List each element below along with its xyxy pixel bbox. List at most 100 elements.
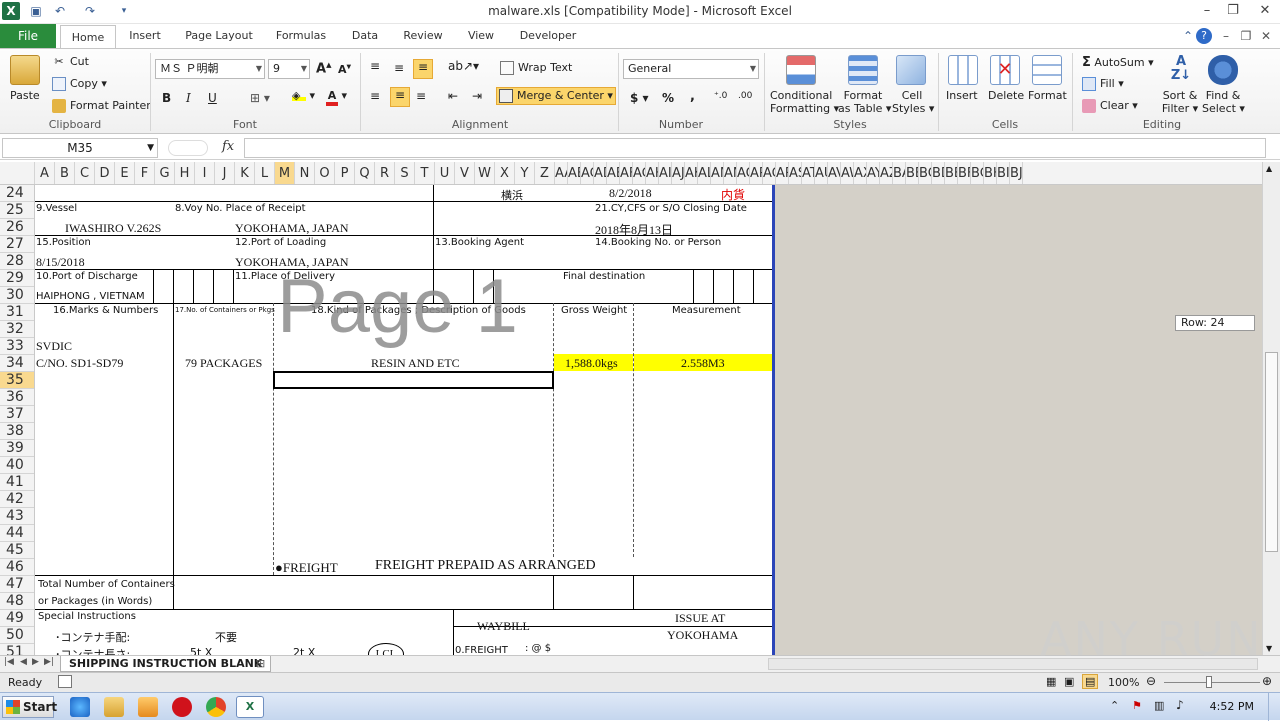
underline-button[interactable]: U bbox=[208, 91, 217, 105]
column-header[interactable]: F bbox=[135, 162, 155, 184]
normal-view-icon[interactable]: ▦ bbox=[1046, 675, 1056, 688]
page-break-view-icon[interactable]: ▤ bbox=[1082, 674, 1099, 689]
column-header[interactable]: L bbox=[255, 162, 275, 184]
column-header[interactable]: BE bbox=[945, 162, 958, 184]
column-header[interactable]: AV bbox=[828, 162, 841, 184]
decrease-decimal-icon[interactable]: .00 bbox=[738, 91, 752, 101]
shrink-font-icon[interactable]: A▼ bbox=[338, 63, 351, 76]
sort-filter-button[interactable]: Sort & Filter ▾ bbox=[1160, 89, 1200, 115]
wb-restore-icon[interactable]: ❐ bbox=[1238, 28, 1254, 44]
merge-center-button[interactable]: Merge & Center ▾ bbox=[496, 87, 616, 105]
tab-review[interactable]: Review bbox=[396, 24, 450, 48]
ie-icon[interactable] bbox=[70, 697, 90, 717]
row-header[interactable]: 48 bbox=[0, 593, 34, 610]
column-header[interactable]: BF bbox=[958, 162, 971, 184]
comma-button[interactable]: , bbox=[690, 89, 695, 104]
row-header[interactable]: 32 bbox=[0, 321, 34, 338]
row-header[interactable]: 28 bbox=[0, 253, 34, 270]
align-left-icon[interactable]: ≡ bbox=[370, 89, 380, 103]
column-header[interactable]: BB bbox=[906, 162, 919, 184]
delete-cells-icon[interactable]: ✕ bbox=[990, 55, 1020, 85]
column-header[interactable]: X bbox=[495, 162, 515, 184]
chrome-icon[interactable] bbox=[206, 697, 226, 717]
autosum-button[interactable]: Σ AutoSum ▾ bbox=[1082, 55, 1154, 70]
row-header[interactable]: 46 bbox=[0, 559, 34, 576]
font-name-select[interactable]: ＭＳ Ｐ明朝 ▼ bbox=[155, 59, 265, 79]
close-icon[interactable]: ✕ bbox=[1252, 0, 1278, 22]
column-header[interactable]: AA bbox=[555, 162, 568, 184]
number-format-select[interactable]: General ▼ bbox=[623, 59, 759, 79]
align-top-icon[interactable]: ≡ bbox=[370, 59, 380, 73]
align-right-icon[interactable]: ≡ bbox=[416, 89, 426, 103]
column-header[interactable]: Z bbox=[535, 162, 555, 184]
row-header[interactable]: 42 bbox=[0, 491, 34, 508]
excel-taskbar-icon[interactable]: X bbox=[236, 696, 264, 718]
prev-sheet-icon[interactable]: ◀ bbox=[20, 657, 27, 667]
row-header[interactable]: 31 bbox=[0, 304, 34, 321]
worksheet-grid[interactable]: 横浜 8/2/2018 内貨 9.Vessel 8.Voy No. Place … bbox=[35, 185, 775, 655]
volume-icon[interactable]: ♪ bbox=[1176, 698, 1184, 712]
ribbon-collapse-icon[interactable]: ⌃ bbox=[1180, 28, 1196, 44]
column-header[interactable]: O bbox=[315, 162, 335, 184]
column-header[interactable]: T bbox=[415, 162, 435, 184]
column-header[interactable]: G bbox=[155, 162, 175, 184]
row-header[interactable]: 29 bbox=[0, 270, 34, 287]
column-header[interactable]: AI bbox=[659, 162, 672, 184]
increase-indent-icon[interactable]: ⇥ bbox=[472, 89, 482, 103]
first-sheet-icon[interactable]: |◀ bbox=[4, 657, 14, 667]
copy-button[interactable]: Copy ▾ bbox=[52, 77, 107, 91]
align-middle-icon[interactable]: ≡ bbox=[394, 61, 404, 75]
align-bottom-icon[interactable]: ≡ bbox=[413, 59, 433, 79]
tray-expand-icon[interactable]: ⌃ bbox=[1110, 699, 1119, 712]
column-header[interactable]: BI bbox=[997, 162, 1010, 184]
row-header[interactable]: 27 bbox=[0, 236, 34, 253]
sheet-tab-shipping-instruction[interactable]: SHIPPING INSTRUCTION BLANK bbox=[60, 656, 272, 672]
column-header[interactable]: S bbox=[395, 162, 415, 184]
format-cells-button[interactable]: Format bbox=[1028, 89, 1067, 102]
column-header[interactable]: AB bbox=[568, 162, 581, 184]
fill-color-icon[interactable]: ◈ ▾ bbox=[292, 89, 315, 102]
row-header[interactable]: 39 bbox=[0, 440, 34, 457]
column-header[interactable]: AN bbox=[724, 162, 737, 184]
column-header[interactable]: H bbox=[175, 162, 195, 184]
insert-function-icon[interactable]: fx bbox=[222, 139, 234, 154]
column-header[interactable]: AD bbox=[594, 162, 607, 184]
column-header[interactable]: AZ bbox=[880, 162, 893, 184]
column-header[interactable]: N bbox=[295, 162, 315, 184]
column-header[interactable]: AX bbox=[854, 162, 867, 184]
insert-cells-button[interactable]: Insert bbox=[946, 89, 978, 102]
row-header[interactable]: 43 bbox=[0, 508, 34, 525]
column-header[interactable]: AW bbox=[841, 162, 854, 184]
tab-file[interactable]: File bbox=[0, 24, 56, 48]
row-header[interactable]: 35 bbox=[0, 372, 34, 389]
zoom-level[interactable]: 100% bbox=[1108, 676, 1139, 689]
column-header[interactable]: M bbox=[275, 162, 295, 184]
zoom-slider[interactable] bbox=[1164, 682, 1260, 683]
column-header[interactable]: AP bbox=[750, 162, 763, 184]
percent-button[interactable]: % bbox=[662, 91, 674, 105]
align-center-icon[interactable]: ≡ bbox=[390, 87, 410, 107]
row-header[interactable]: 47 bbox=[0, 576, 34, 593]
row-header[interactable]: 41 bbox=[0, 474, 34, 491]
column-header[interactable]: R bbox=[375, 162, 395, 184]
delete-cells-button[interactable]: Delete bbox=[988, 89, 1024, 102]
column-header[interactable]: AE bbox=[607, 162, 620, 184]
tab-view[interactable]: View bbox=[460, 24, 502, 48]
column-header[interactable]: E bbox=[115, 162, 135, 184]
column-header[interactable]: Q bbox=[355, 162, 375, 184]
column-header[interactable]: AH bbox=[646, 162, 659, 184]
column-header[interactable]: I bbox=[195, 162, 215, 184]
column-header[interactable]: AU bbox=[815, 162, 828, 184]
scroll-down-icon[interactable]: ▼ bbox=[1266, 644, 1272, 653]
help-icon[interactable]: ? bbox=[1196, 28, 1212, 44]
wrap-text-button[interactable]: Wrap Text bbox=[500, 61, 572, 75]
formula-bar-toggle[interactable] bbox=[168, 140, 208, 156]
increase-decimal-icon[interactable]: ⁺.0 bbox=[714, 91, 727, 101]
row-header[interactable]: 40 bbox=[0, 457, 34, 474]
tab-formulas[interactable]: Formulas bbox=[270, 24, 332, 48]
column-header[interactable]: AK bbox=[685, 162, 698, 184]
format-painter-button[interactable]: Format Painter bbox=[52, 99, 151, 113]
column-header[interactable]: K bbox=[235, 162, 255, 184]
grow-font-icon[interactable]: A▲ bbox=[316, 61, 331, 76]
paste-button[interactable]: Paste bbox=[10, 89, 40, 102]
